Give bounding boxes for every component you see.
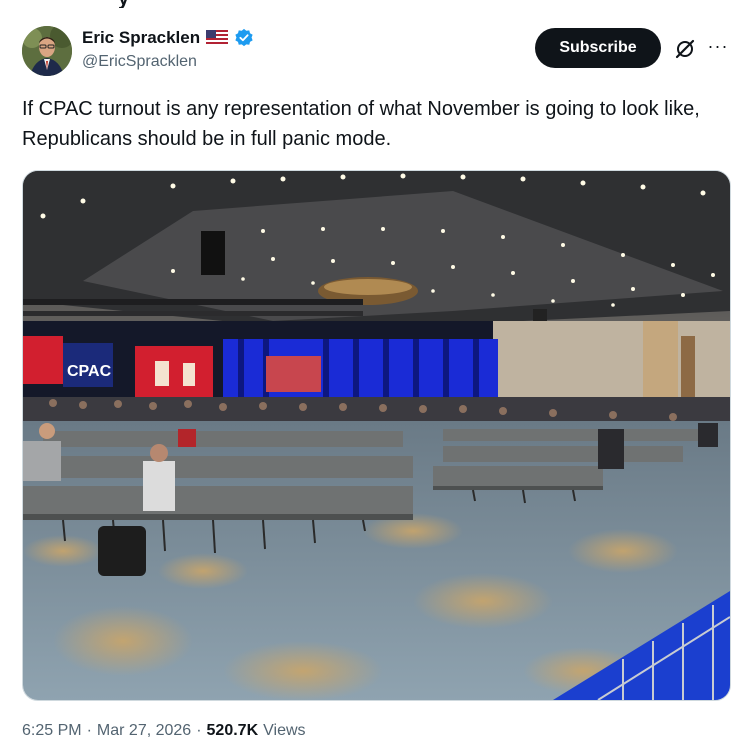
avatar[interactable] — [22, 26, 72, 76]
grok-icon[interactable] — [673, 37, 697, 61]
author-name-row: Eric Spracklen — [82, 28, 254, 48]
more-dots-icon[interactable]: ··· — [706, 36, 730, 60]
tweet-text: If CPAC turnout is any representation of… — [22, 98, 700, 150]
post-meta: 6:25 PM · Mar 27, 2026 · 520.7K Views — [22, 722, 306, 740]
post-time[interactable]: 6:25 PM — [22, 722, 82, 740]
us-flag-icon — [206, 30, 229, 46]
post-image[interactable]: CPAC — [22, 170, 731, 701]
author-handle[interactable]: @EricSpracklen — [82, 53, 197, 71]
meta-separator: · — [86, 722, 92, 739]
views-count: 520.7K — [206, 722, 259, 739]
previous-post-edge: y · — [0, 0, 750, 8]
ballroom-photo: CPAC — [23, 171, 730, 700]
meta-separator: · — [196, 722, 202, 739]
subscribe-button[interactable]: Subscribe — [535, 28, 661, 68]
post-header: Eric Spracklen @EricSpracklen Subscribe … — [22, 26, 728, 78]
views-label: Views — [263, 722, 306, 739]
stage-screen-text: CPAC — [67, 363, 112, 380]
post-date[interactable]: Mar 27, 2026 — [97, 722, 191, 740]
verified-badge-icon[interactable] — [234, 28, 254, 48]
author-name[interactable]: Eric Spracklen — [82, 28, 200, 48]
